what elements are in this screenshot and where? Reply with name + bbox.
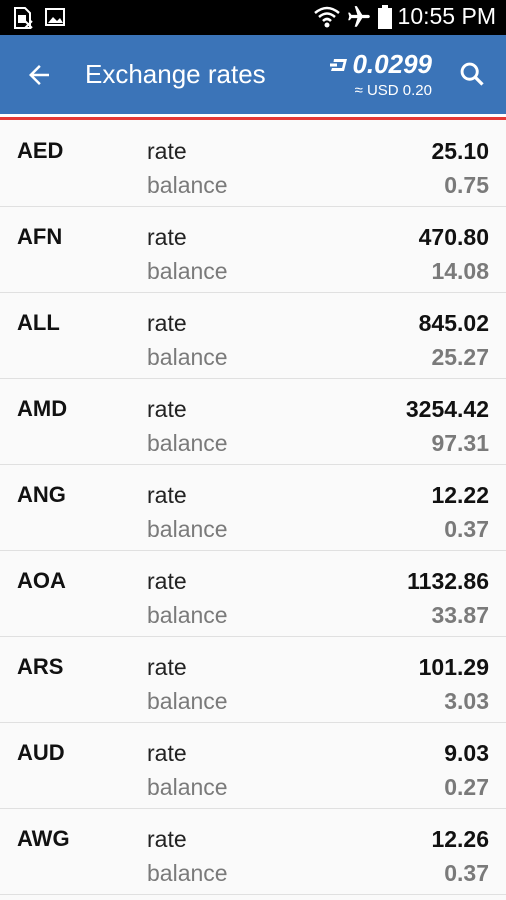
balance-label: balance <box>147 430 228 456</box>
rate-row-ars[interactable]: ARS rate balance 101.29 3.03 <box>0 637 506 723</box>
rate-row-amd[interactable]: AMD rate balance 3254.42 97.31 <box>0 379 506 465</box>
balance-value: 3.03 <box>444 688 489 714</box>
balance-label: balance <box>147 516 228 542</box>
notification-icons <box>12 6 66 30</box>
rate-label: rate <box>147 568 187 594</box>
rate-value: 1132.86 <box>407 568 489 594</box>
rate-label: rate <box>147 396 187 422</box>
rate-row-aed[interactable]: AED rate balance 25.10 0.75 <box>0 121 506 207</box>
rate-value: 470.80 <box>418 224 489 250</box>
balance-value: 0.37 <box>444 516 489 542</box>
back-arrow-icon[interactable] <box>24 60 54 90</box>
rate-label: rate <box>147 826 187 852</box>
accent-divider <box>0 114 506 120</box>
rate-row-awg[interactable]: AWG rate balance 12.26 0.37 <box>0 809 506 895</box>
rate-value: 845.02 <box>418 310 489 336</box>
rate-label: rate <box>147 310 187 336</box>
balance-value: 14.08 <box>431 258 489 284</box>
rate-value: 3254.42 <box>405 396 489 422</box>
balance-value: 33.87 <box>431 602 489 628</box>
rate-label: rate <box>147 138 187 164</box>
rate-row-ang[interactable]: ANG rate balance 12.22 0.37 <box>0 465 506 551</box>
currency-code: ANG <box>17 482 66 507</box>
balance-label: balance <box>147 344 228 370</box>
exchange-rate-list[interactable]: AED rate balance 25.10 0.75 AFN rate balance 470… <box>0 121 506 895</box>
balance-label: balance <box>147 688 228 714</box>
balance-value: 97.31 <box>431 430 489 456</box>
balance-label: balance <box>147 774 228 800</box>
currency-code: AOA <box>17 568 66 593</box>
currency-code: ARS <box>17 654 64 679</box>
rate-label: rate <box>147 654 187 680</box>
rate-row-aud[interactable]: AUD rate balance 9.03 0.27 <box>0 723 506 809</box>
wifi-icon <box>313 6 340 27</box>
balance-label: balance <box>147 258 228 284</box>
app-bar: Exchange rates 0.0299 ≈ USD 0.20 <box>0 35 506 114</box>
rate-label: rate <box>147 224 187 250</box>
rate-label: rate <box>147 482 187 508</box>
currency-code: AED <box>17 138 64 163</box>
balance-label: balance <box>147 602 228 628</box>
rate-row-all[interactable]: ALL rate balance 845.02 25.27 <box>0 293 506 379</box>
currency-code: AUD <box>17 740 65 765</box>
balance-value: 25.27 <box>431 344 489 370</box>
balance-value: 0.37 <box>444 860 489 886</box>
currency-code: AFN <box>17 224 63 249</box>
balance-fiat: ≈ USD 0.20 <box>354 82 432 99</box>
balance-value: 0.75 <box>444 172 489 198</box>
balance-label: balance <box>147 860 228 886</box>
rate-value: 101.29 <box>418 654 489 680</box>
status-bar: 10:55 PM <box>0 0 506 35</box>
rate-value: 9.03 <box>444 740 489 766</box>
wallet-balance: 0.0299 ≈ USD 0.20 <box>330 49 432 99</box>
rate-label: rate <box>147 740 187 766</box>
image-icon <box>45 8 65 26</box>
rate-value: 12.22 <box>431 482 489 508</box>
no-sim-icon <box>14 7 33 29</box>
page-title: Exchange rates <box>85 59 266 89</box>
balance-amount: 0.0299 <box>352 49 432 79</box>
search-icon[interactable] <box>458 60 486 88</box>
rate-value: 25.10 <box>431 138 489 164</box>
dash-icon <box>330 58 348 71</box>
currency-code: ALL <box>17 310 60 335</box>
balance-value: 0.27 <box>444 774 489 800</box>
currency-code: AWG <box>17 826 70 851</box>
rate-row-aoa[interactable]: AOA rate balance 1132.86 33.87 <box>0 551 506 637</box>
airplane-icon <box>347 5 370 27</box>
balance-label: balance <box>147 172 228 198</box>
battery-icon <box>377 4 392 29</box>
clock: 10:55 PM <box>397 3 496 29</box>
rate-value: 12.26 <box>431 826 489 852</box>
rate-row-afn[interactable]: AFN rate balance 470.80 14.08 <box>0 207 506 293</box>
currency-code: AMD <box>17 396 68 421</box>
